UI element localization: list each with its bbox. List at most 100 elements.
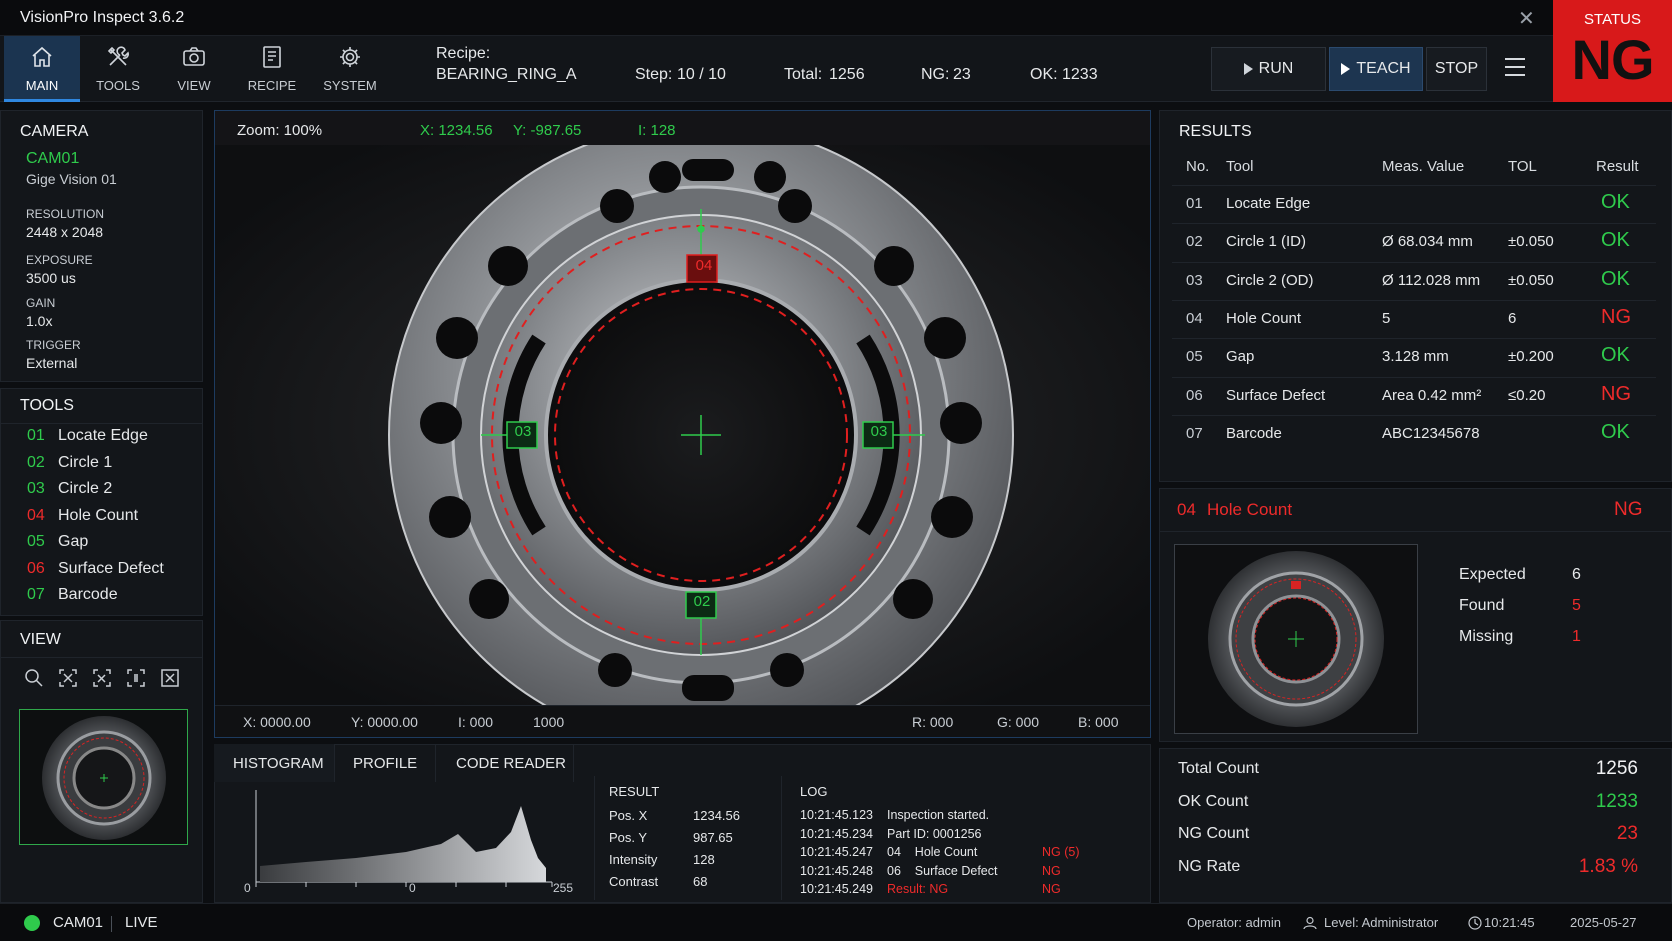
gain-value: 1.0x [26, 313, 53, 329]
results-cell-no: 07 [1186, 424, 1203, 442]
tab-profile[interactable]: PROFILE [335, 744, 436, 782]
stat-value: 1256 [1595, 758, 1638, 779]
app-title: VisionPro Inspect 3.6.2 [20, 9, 185, 26]
trigger-value: External [26, 355, 78, 371]
stop-button[interactable]: STOP [1426, 47, 1487, 91]
results-cell-result: OK [1601, 229, 1630, 252]
results-cell-result: NG [1601, 382, 1631, 405]
tool-item[interactable]: 04 Hole Count [27, 507, 138, 525]
run-button[interactable]: RUN [1211, 47, 1326, 91]
roi-label-03-left[interactable]: 03 [508, 423, 538, 440]
nav-system-label: SYSTEM [323, 78, 377, 93]
results-heading: RESULTS [1179, 123, 1252, 140]
log-time: 10:21:45.234 [800, 826, 873, 841]
teach-button[interactable]: TEACH [1329, 47, 1423, 91]
fullscreen-icon[interactable] [160, 668, 180, 688]
results-cell-tool: Barcode [1226, 424, 1282, 442]
gain-label: GAIN [26, 296, 56, 310]
tool-item[interactable]: 05 Gap [27, 533, 88, 551]
step-label: Step: [635, 66, 673, 83]
exposure-readout[interactable]: 1000 [533, 714, 564, 730]
zoom-level: Zoom: 100% [237, 122, 323, 139]
results-cell-tol: 6 [1508, 309, 1517, 327]
results-column-header: No. [1186, 158, 1210, 175]
tool-item-number: 01 [27, 427, 45, 444]
detail-result: NG [1614, 499, 1643, 520]
results-column-header: TOL [1508, 158, 1537, 175]
detail-label: Missing [1459, 628, 1514, 645]
results-cell-result: OK [1601, 344, 1630, 367]
stat-label: Total Count [1178, 760, 1259, 777]
log-time: 10:21:45.249 [800, 882, 873, 896]
histogram-chart: 0 0 255 [226, 782, 586, 900]
detail-preview[interactable] [1174, 544, 1418, 734]
tab-histogram[interactable]: HISTOGRAM [214, 744, 335, 782]
nav-main-label: MAIN [25, 78, 59, 93]
pixel-b: B: 000 [1078, 714, 1119, 730]
nav-recipe[interactable]: RECIPE [234, 36, 310, 102]
tool-item[interactable]: 02 Circle 1 [27, 454, 112, 472]
results-column-header: Result [1596, 158, 1639, 175]
results-cell-tol: ±0.050 [1508, 271, 1554, 289]
results-cell-result: OK [1601, 267, 1630, 290]
zoom-in-icon[interactable] [24, 668, 44, 688]
result-box-label: Pos. Y [609, 830, 648, 845]
results-column-header: Meas. Value [1382, 158, 1465, 175]
ok-label: OK: [1030, 66, 1058, 83]
thumbnail-preview[interactable] [19, 709, 188, 845]
footer-time: 10:21:45 [1484, 915, 1535, 930]
footer-operator: Operator: admin [1187, 915, 1281, 930]
nav-main[interactable]: MAIN [4, 36, 80, 102]
results-cell-value: ABC12345678 [1382, 424, 1480, 442]
tool-item-label: Gap [58, 533, 89, 550]
tool-item[interactable]: 07 Barcode [27, 586, 118, 604]
results-cell-tool: Locate Edge [1226, 195, 1311, 212]
camera-heading: CAMERA [20, 123, 89, 140]
tool-item-label: Barcode [58, 586, 118, 603]
status-value: NG [1571, 28, 1655, 91]
tool-item[interactable]: 03 Circle 2 [27, 480, 112, 498]
result-box-value: 1234.56 [693, 808, 740, 823]
roi-label-03-right[interactable]: 03 [864, 423, 894, 440]
menu-icon[interactable] [1505, 58, 1525, 82]
roi-label-04[interactable]: 04 [689, 257, 719, 274]
pixel-r: R: 000 [912, 714, 954, 730]
tool-item[interactable]: 06 Surface Defect [27, 560, 164, 578]
result-box-value: 987.65 [693, 830, 733, 845]
fit-width-icon[interactable] [92, 668, 112, 688]
tool-item[interactable]: 01 Locate Edge [27, 427, 148, 445]
recipe-icon [263, 46, 281, 68]
stat-value: 23 [1616, 823, 1638, 844]
footer-camera: CAM01 [53, 914, 104, 931]
status-bar: CAM01 LIVE Operator: admin Level: Admini… [0, 903, 1672, 941]
results-cell-value: Area 0.42 mm² [1382, 386, 1482, 404]
tool-item-number: 07 [27, 586, 45, 603]
tab-code-reader[interactable]: CODE READER [436, 744, 574, 782]
ng-value: 23 [953, 66, 971, 83]
gear-icon [340, 47, 360, 67]
nav-view[interactable]: VIEW [156, 36, 232, 102]
results-cell-value: Ø 68.034 mm [1382, 233, 1473, 251]
total-value: 1256 [829, 66, 865, 83]
main-toolbar: MAIN TOOLS VIEW RECIPE SYSTEM Recipe: BE… [0, 36, 1553, 102]
status-indicator: STATUS NG [1553, 0, 1672, 102]
results-cell-no: 01 [1186, 195, 1203, 212]
close-icon[interactable]: ✕ [1518, 6, 1535, 31]
nav-view-label: VIEW [177, 78, 211, 93]
detail-value: 6 [1572, 566, 1581, 583]
fit-to-window-icon[interactable] [58, 668, 78, 688]
results-cell-value: 5 [1382, 309, 1391, 327]
image-viewer[interactable]: Zoom: 100% X: 1234.56 Y: -987.65 I: 128 [214, 110, 1151, 738]
result-box-heading: RESULT [609, 784, 660, 799]
actual-size-icon[interactable] [126, 668, 146, 688]
results-cell-tool: Circle 1 (ID) [1226, 233, 1307, 251]
exposure-label: EXPOSURE [26, 253, 93, 267]
log-time: 10:21:45.248 [800, 863, 873, 878]
recipe-name: BEARING_RING_A [436, 66, 577, 83]
nav-tools[interactable]: TOOLS [80, 36, 156, 102]
tool-item-number: 05 [27, 533, 45, 550]
home-icon [32, 46, 52, 67]
viewer-footer: X: 0000.00 Y: 0000.00 I: 000 1000 R: 000… [215, 705, 1150, 737]
roi-label-02[interactable]: 02 [687, 593, 717, 610]
nav-system[interactable]: SYSTEM [312, 36, 388, 102]
